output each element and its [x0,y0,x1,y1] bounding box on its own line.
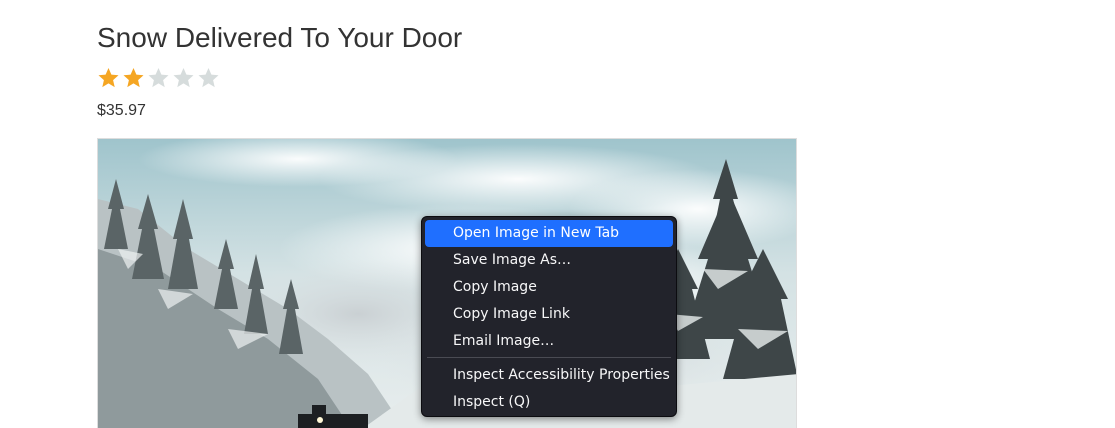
menu-item-inspect-accessibility[interactable]: Inspect Accessibility Properties [425,362,673,389]
product-title: Snow Delivered To Your Door [97,22,463,53]
star-icon [96,66,121,90]
menu-item-inspect[interactable]: Inspect (Q) [425,389,673,416]
star-icon [146,66,171,90]
product-price: $35.97 [97,102,146,119]
menu-item-copy-image-link[interactable]: Copy Image Link [425,301,673,328]
menu-separator [427,357,671,358]
menu-item-copy-image[interactable]: Copy Image [425,274,673,301]
menu-item-save-image-as[interactable]: Save Image As… [425,247,673,274]
star-icon [171,66,196,90]
menu-item-open-image-new-tab[interactable]: Open Image in New Tab [425,220,673,247]
menu-item-email-image[interactable]: Email Image… [425,328,673,355]
image-context-menu: Open Image in New Tab Save Image As… Cop… [421,216,677,417]
product-page: Snow Delivered To Your Door $35.97 Open … [0,0,1115,428]
star-icon [196,66,221,90]
star-rating [96,66,221,90]
star-icon [121,66,146,90]
